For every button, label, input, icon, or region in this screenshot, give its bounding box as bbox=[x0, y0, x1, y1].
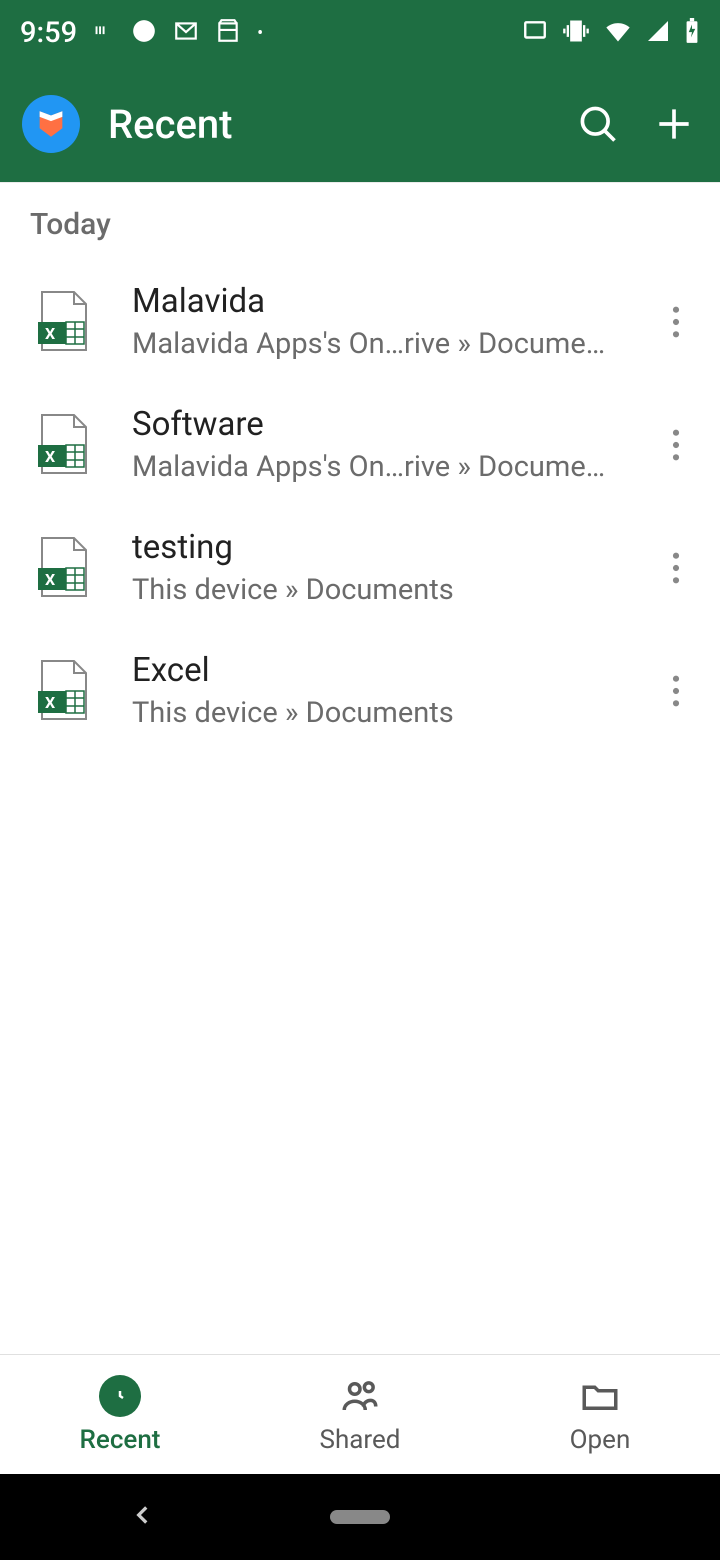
status-left: 9:59 • bbox=[20, 16, 263, 50]
vibrate-icon bbox=[562, 17, 590, 49]
file-location: This device » Documents bbox=[132, 573, 610, 607]
app-logo[interactable] bbox=[22, 95, 80, 153]
file-name: Software bbox=[132, 405, 610, 444]
app-bar: Recent bbox=[0, 66, 720, 182]
cast-icon bbox=[522, 18, 548, 48]
file-item[interactable]: X Excel This device » Documents bbox=[0, 629, 720, 752]
battery-charging-icon bbox=[684, 18, 700, 48]
add-button[interactable] bbox=[650, 100, 698, 148]
nav-label: Open bbox=[570, 1425, 631, 1455]
excel-file-icon: X bbox=[36, 413, 90, 477]
file-name: Excel bbox=[132, 651, 610, 690]
excel-file-icon: X bbox=[36, 659, 90, 723]
record-icon bbox=[131, 18, 157, 48]
file-more-button[interactable] bbox=[652, 667, 700, 715]
file-location: Malavida Apps's On…rive » Documents bbox=[132, 327, 610, 361]
file-more-button[interactable] bbox=[652, 421, 700, 469]
page-title: Recent bbox=[108, 101, 546, 148]
nav-label: Shared bbox=[320, 1425, 401, 1455]
status-bar: 9:59 • bbox=[0, 0, 720, 66]
file-name: Malavida bbox=[132, 282, 610, 321]
recent-icon bbox=[99, 1375, 141, 1417]
wifi-icon bbox=[604, 17, 632, 49]
folder-icon bbox=[579, 1375, 621, 1417]
signal-icon bbox=[646, 19, 670, 47]
status-right bbox=[522, 17, 700, 49]
section-header-today: Today bbox=[0, 183, 720, 260]
file-item[interactable]: X testing This device » Documents bbox=[0, 506, 720, 629]
dot-icon: • bbox=[257, 23, 263, 44]
file-item[interactable]: X Software Malavida Apps's On…rive » Doc… bbox=[0, 383, 720, 506]
svg-text:X: X bbox=[45, 447, 55, 466]
svg-text:X: X bbox=[45, 570, 55, 589]
nav-label: Recent bbox=[80, 1425, 161, 1455]
bottom-nav: Recent Shared Open bbox=[0, 1354, 720, 1474]
status-time: 9:59 bbox=[20, 16, 77, 50]
more-vertical-icon bbox=[672, 675, 680, 707]
system-back-button[interactable] bbox=[130, 1502, 156, 1532]
plus-icon bbox=[652, 102, 696, 146]
file-item[interactable]: X Malavida Malavida Apps's On…rive » Doc… bbox=[0, 260, 720, 383]
file-info: testing This device » Documents bbox=[132, 528, 610, 607]
excel-file-icon: X bbox=[36, 290, 90, 354]
vpn-icon bbox=[93, 20, 115, 46]
file-location: Malavida Apps's On…rive » Documents bbox=[132, 450, 610, 484]
nav-open[interactable]: Open bbox=[480, 1355, 720, 1474]
calendar-icon bbox=[215, 18, 241, 48]
svg-text:X: X bbox=[45, 693, 55, 712]
shared-icon bbox=[339, 1375, 381, 1417]
excel-file-icon: X bbox=[36, 536, 90, 600]
file-location: This device » Documents bbox=[132, 696, 610, 730]
file-name: testing bbox=[132, 528, 610, 567]
file-info: Software Malavida Apps's On…rive » Docum… bbox=[132, 405, 610, 484]
file-info: Excel This device » Documents bbox=[132, 651, 610, 730]
gmail-icon bbox=[173, 18, 199, 48]
system-home-pill[interactable] bbox=[330, 1510, 390, 1524]
nav-recent[interactable]: Recent bbox=[0, 1355, 240, 1474]
more-vertical-icon bbox=[672, 429, 680, 461]
file-info: Malavida Malavida Apps's On…rive » Docum… bbox=[132, 282, 610, 361]
search-icon bbox=[576, 102, 620, 146]
more-vertical-icon bbox=[672, 306, 680, 338]
search-button[interactable] bbox=[574, 100, 622, 148]
file-more-button[interactable] bbox=[652, 298, 700, 346]
more-vertical-icon bbox=[672, 552, 680, 584]
system-nav-bar bbox=[0, 1474, 720, 1560]
content[interactable]: Today X Malavida Malavida Apps's On…rive… bbox=[0, 182, 720, 1354]
nav-shared[interactable]: Shared bbox=[240, 1355, 480, 1474]
svg-text:X: X bbox=[45, 324, 55, 343]
file-more-button[interactable] bbox=[652, 544, 700, 592]
